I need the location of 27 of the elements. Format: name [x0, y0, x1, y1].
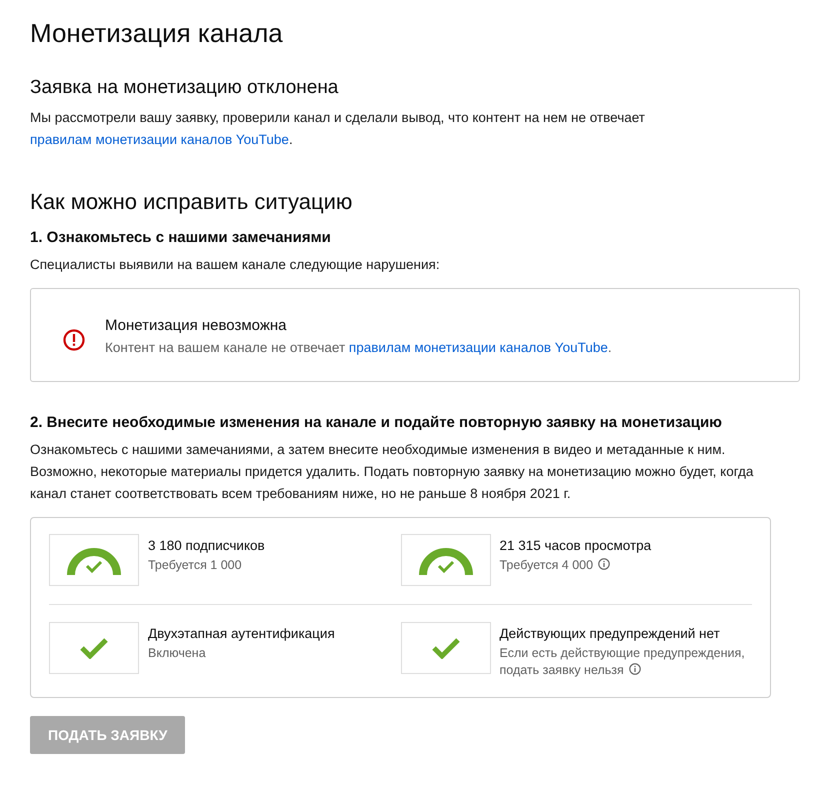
status-heading: Заявка на монетизацию отклонена	[30, 77, 340, 99]
requirement-title: 21 315 часов просмотра	[500, 538, 652, 553]
error-icon	[63, 329, 85, 351]
step-text: Специалисты выявили на вашем канале следующие нарушения:	[30, 256, 441, 274]
requirement-subtitle: Если есть действующие предупреждения, подать заявку нельзя	[500, 645, 746, 679]
check-icon	[432, 637, 460, 659]
info-icon[interactable]	[598, 558, 610, 570]
page-title: Монетизация канала	[30, 18, 284, 49]
step-heading: 2. Внесите необходимые изменения на канале и подайте повторную заявку на монетизацию	[30, 414, 723, 431]
section-heading: Как можно исправить ситуацию	[30, 189, 354, 215]
issue-title: Монетизация невозможна	[105, 317, 288, 334]
check-icon	[80, 637, 108, 659]
requirement-title: 3 180 подписчиков	[148, 538, 265, 553]
gauge-check-icon	[66, 545, 122, 575]
requirement-subtitle: Включена	[148, 645, 207, 662]
info-icon[interactable]	[628, 663, 641, 675]
step-heading: 1. Ознакомьтесь с нашими замечаниями	[30, 229, 332, 246]
step-text: Ознакомьтесь с нашими замечаниями, а затем внесите необходимые изменения в видео и метаданные к ним. Возможно, некоторые материалы придется удалить. Подать повторную заявку на монетизацию можно будет, когда канал станет соответствовать всем требованиям ниже, но не раньше 8 ноября 2021 г.	[30, 441, 754, 503]
requirement-title: Двухэтапная аутентификация	[148, 626, 335, 641]
status-text: Мы рассмотрели вашу заявку, проверили канал и сделали вывод, что контент на нем не отвечает правилам монетизации каналов YouTube.	[30, 109, 646, 149]
issue-text: Контент на вашем канале не отвечает правилам монетизации каналов YouTube.	[105, 340, 612, 355]
policy-link[interactable]: правилам монетизации каналов YouTube	[30, 132, 289, 147]
gauge-check-icon	[418, 545, 474, 575]
requirement-subtitle: Требуется 4 000	[500, 557, 652, 574]
requirement-subtitle: Требуется 1 000	[148, 557, 243, 574]
policy-link[interactable]: правилам монетизации каналов YouTube	[348, 340, 608, 355]
requirement-title: Действующих предупреждений нет	[500, 626, 721, 641]
